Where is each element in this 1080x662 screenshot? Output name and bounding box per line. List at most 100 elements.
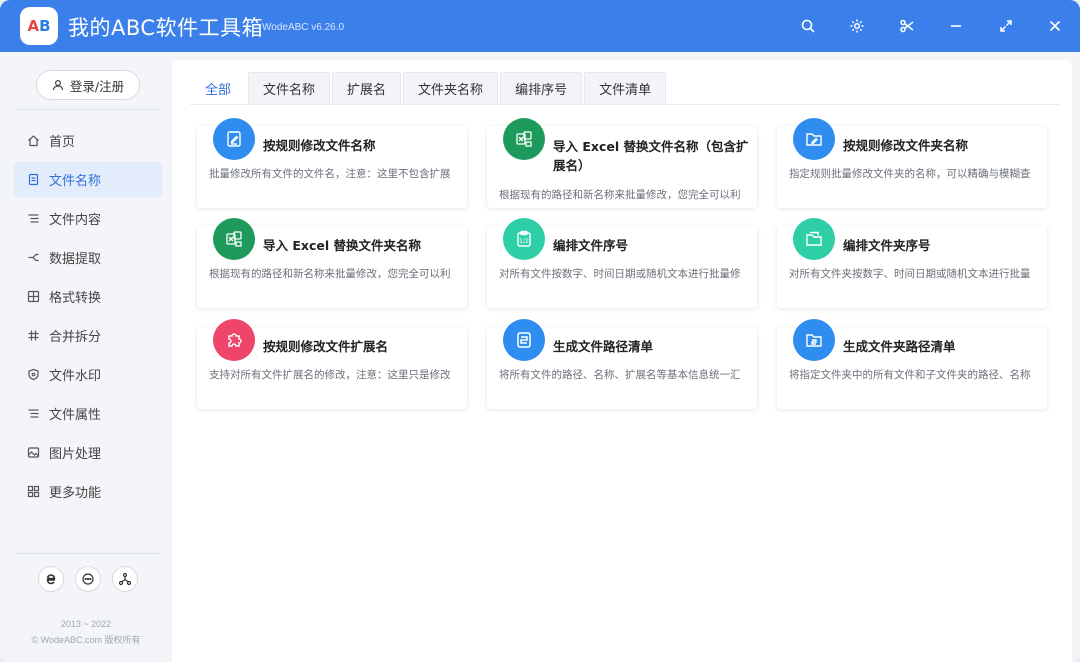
share-icon[interactable] <box>112 566 138 592</box>
search-icon[interactable] <box>796 14 820 38</box>
card-description: 根据现有的路径和新名称来批量修改，您完全可以利 <box>209 268 451 280</box>
sidebar-nav: 首页 文件名称 文件内容 数据提取 格式转换 合并拆分 文件水印 文件属性 图片… <box>14 123 162 513</box>
logo-letter-b: B <box>39 17 51 35</box>
image-icon <box>27 447 40 458</box>
sidebar-item-file-attributes[interactable]: 文件属性 <box>14 396 162 431</box>
app-title: 我的ABC软件工具箱 <box>68 16 264 40</box>
tool-card[interactable]: 按规则修改文件夹名称 指定规则批量修改文件夹的名称，可以精确与模糊查 <box>777 118 1047 208</box>
sidebar-item-data-extract[interactable]: 数据提取 <box>14 240 162 275</box>
puzzle-icon <box>213 319 255 361</box>
scissors-icon[interactable] <box>895 14 919 38</box>
login-label: 登录/注册 <box>69 78 125 94</box>
close-icon[interactable] <box>1043 14 1067 38</box>
tool-card[interactable]: 生成文件路径清单 将所有文件的路径、名称、扩展名等基本信息统一汇 <box>487 319 757 409</box>
category-tabs: 全部 文件名称 扩展名 文件夹名称 编排序号 文件清单 <box>190 72 668 104</box>
home-icon <box>28 135 39 147</box>
edit-folder-icon <box>793 118 835 160</box>
copyright-years: 2013 ~ 2022 <box>60 619 112 629</box>
maximize-icon[interactable] <box>994 14 1018 38</box>
convert-icon <box>27 290 40 303</box>
sidebar-item-label: 文件属性 <box>49 408 102 423</box>
grid-icon <box>27 485 40 498</box>
hash-icon <box>28 330 39 341</box>
sidebar-item-file-name[interactable]: 文件名称 <box>14 162 162 197</box>
copyright-text: © WodeABC.com 版权所有 <box>31 635 141 645</box>
sidebar-item-label: 文件内容 <box>49 213 102 228</box>
card-description: 根据现有的路径和新名称来批量修改，您完全可以利 <box>499 189 741 201</box>
title-bar: AB 我的ABC软件工具箱 WodeABC v6.26.0 <box>0 0 1080 52</box>
shield-icon <box>28 368 39 381</box>
tab-file-list[interactable]: 文件清单 <box>584 72 667 104</box>
ie-icon[interactable] <box>38 566 64 592</box>
tool-card[interactable]: 编排文件夹序号 对所有文件夹按数字、时间日期或随机文本进行批量 <box>777 218 1047 308</box>
sidebar-item-image[interactable]: 图片处理 <box>14 435 162 470</box>
tab-folder-name[interactable]: 文件夹名称 <box>403 72 499 104</box>
card-description: 对所有文件按数字、时间日期或随机文本进行批量修 <box>499 268 741 280</box>
excel-icon <box>213 218 255 260</box>
gear-icon[interactable] <box>845 14 869 38</box>
card-title: 按规则修改文件名称 <box>263 138 376 153</box>
login-button[interactable]: 登录/注册 <box>36 70 140 100</box>
folder-path-icon <box>793 319 835 361</box>
list-icon <box>28 409 39 418</box>
card-description: 将指定文件夹中的所有文件和子文件夹的路径、名称 <box>789 369 1031 381</box>
app-window: AB 我的ABC软件工具箱 WodeABC v6.26.0 登录/注册 首页 文… <box>0 0 1080 662</box>
tab-extension[interactable]: 扩展名 <box>332 72 402 104</box>
app-logo: AB <box>20 7 58 45</box>
file-icon <box>28 173 39 186</box>
tool-card[interactable]: 导入 Excel 替换文件名称（包含扩展名） 根据现有的路径和新名称来批量修改，… <box>487 118 757 208</box>
path-list-icon <box>503 319 545 361</box>
sidebar-item-label: 数据提取 <box>49 252 102 267</box>
sidebar-item-label: 更多功能 <box>49 486 102 501</box>
tab-file-name[interactable]: 文件名称 <box>248 72 331 104</box>
tool-card[interactable]: 按规则修改文件扩展名 支持对所有文件扩展名的修改，注意：这里只是修改 <box>197 319 467 409</box>
main-panel: 全部 文件名称 扩展名 文件夹名称 编排序号 文件清单 按规则修改文件名称 批量… <box>172 60 1072 662</box>
edit-file-icon <box>213 118 255 160</box>
card-title: 生成文件夹路径清单 <box>843 339 956 354</box>
sidebar-item-file-content[interactable]: 文件内容 <box>14 201 162 236</box>
svg-text:1/2: 1/2 <box>519 238 529 245</box>
card-title: 按规则修改文件夹名称 <box>843 138 969 153</box>
tool-card[interactable]: 导入 Excel 替换文件夹名称 根据现有的路径和新名称来批量修改，您完全可以利 <box>197 218 467 308</box>
card-description: 将所有文件的路径、名称、扩展名等基本信息统一汇 <box>499 369 741 381</box>
sidebar-item-more[interactable]: 更多功能 <box>14 474 162 509</box>
minimize-icon[interactable] <box>944 14 968 38</box>
card-title: 按规则修改文件扩展名 <box>263 339 389 354</box>
tool-card[interactable]: 按规则修改文件名称 批量修改所有文件的文件名，注意：这里不包含扩展 <box>197 118 467 208</box>
tool-card[interactable]: 1/2 编排文件序号 对所有文件按数字、时间日期或随机文本进行批量修 <box>487 218 757 308</box>
tabs-divider <box>190 104 1060 105</box>
sidebar-item-label: 文件名称 <box>49 174 102 189</box>
card-title: 导入 Excel 替换文件夹名称 <box>263 238 421 253</box>
extract-icon <box>28 253 39 262</box>
card-title: 编排文件序号 <box>553 238 629 253</box>
sequence-file-icon: 1/2 <box>503 218 545 260</box>
card-description: 指定规则批量修改文件夹的名称，可以精确与模糊查 <box>789 168 1031 180</box>
sidebar-item-label: 文件水印 <box>49 369 102 384</box>
sequence-folder-icon <box>793 218 835 260</box>
excel-icon <box>503 118 545 160</box>
logo-letter-a: A <box>27 17 40 35</box>
sidebar-item-label: 首页 <box>49 135 76 150</box>
card-description: 对所有文件夹按数字、时间日期或随机文本进行批量 <box>789 268 1031 280</box>
sidebar-item-format-convert[interactable]: 格式转换 <box>14 279 162 314</box>
sidebar: 登录/注册 首页 文件名称 文件内容 数据提取 格式转换 合并拆分 文件水印 文… <box>0 52 172 662</box>
sidebar-item-merge-split[interactable]: 合并拆分 <box>14 318 162 353</box>
sidebar-divider <box>14 553 162 554</box>
sidebar-item-watermark[interactable]: 文件水印 <box>14 357 162 392</box>
sidebar-item-home[interactable]: 首页 <box>14 123 162 158</box>
list-icon <box>28 214 39 223</box>
app-version: WodeABC v6.26.0 <box>262 22 345 33</box>
card-title: 导入 Excel 替换文件名称（包含扩展名） <box>553 139 749 173</box>
sidebar-item-label: 格式转换 <box>49 291 102 306</box>
chat-icon[interactable] <box>75 566 101 592</box>
card-description: 批量修改所有文件的文件名，注意：这里不包含扩展 <box>209 168 451 180</box>
sidebar-divider <box>14 109 162 110</box>
sidebar-footer-icons <box>38 566 138 592</box>
tab-sequence[interactable]: 编排序号 <box>500 72 583 104</box>
tool-card[interactable]: 生成文件夹路径清单 将指定文件夹中的所有文件和子文件夹的路径、名称 <box>777 319 1047 409</box>
card-title: 编排文件夹序号 <box>843 238 931 253</box>
sidebar-item-label: 图片处理 <box>49 447 102 462</box>
card-description: 支持对所有文件扩展名的修改，注意：这里只是修改 <box>209 369 451 381</box>
user-icon <box>52 79 63 91</box>
tab-all[interactable]: 全部 <box>190 72 247 104</box>
